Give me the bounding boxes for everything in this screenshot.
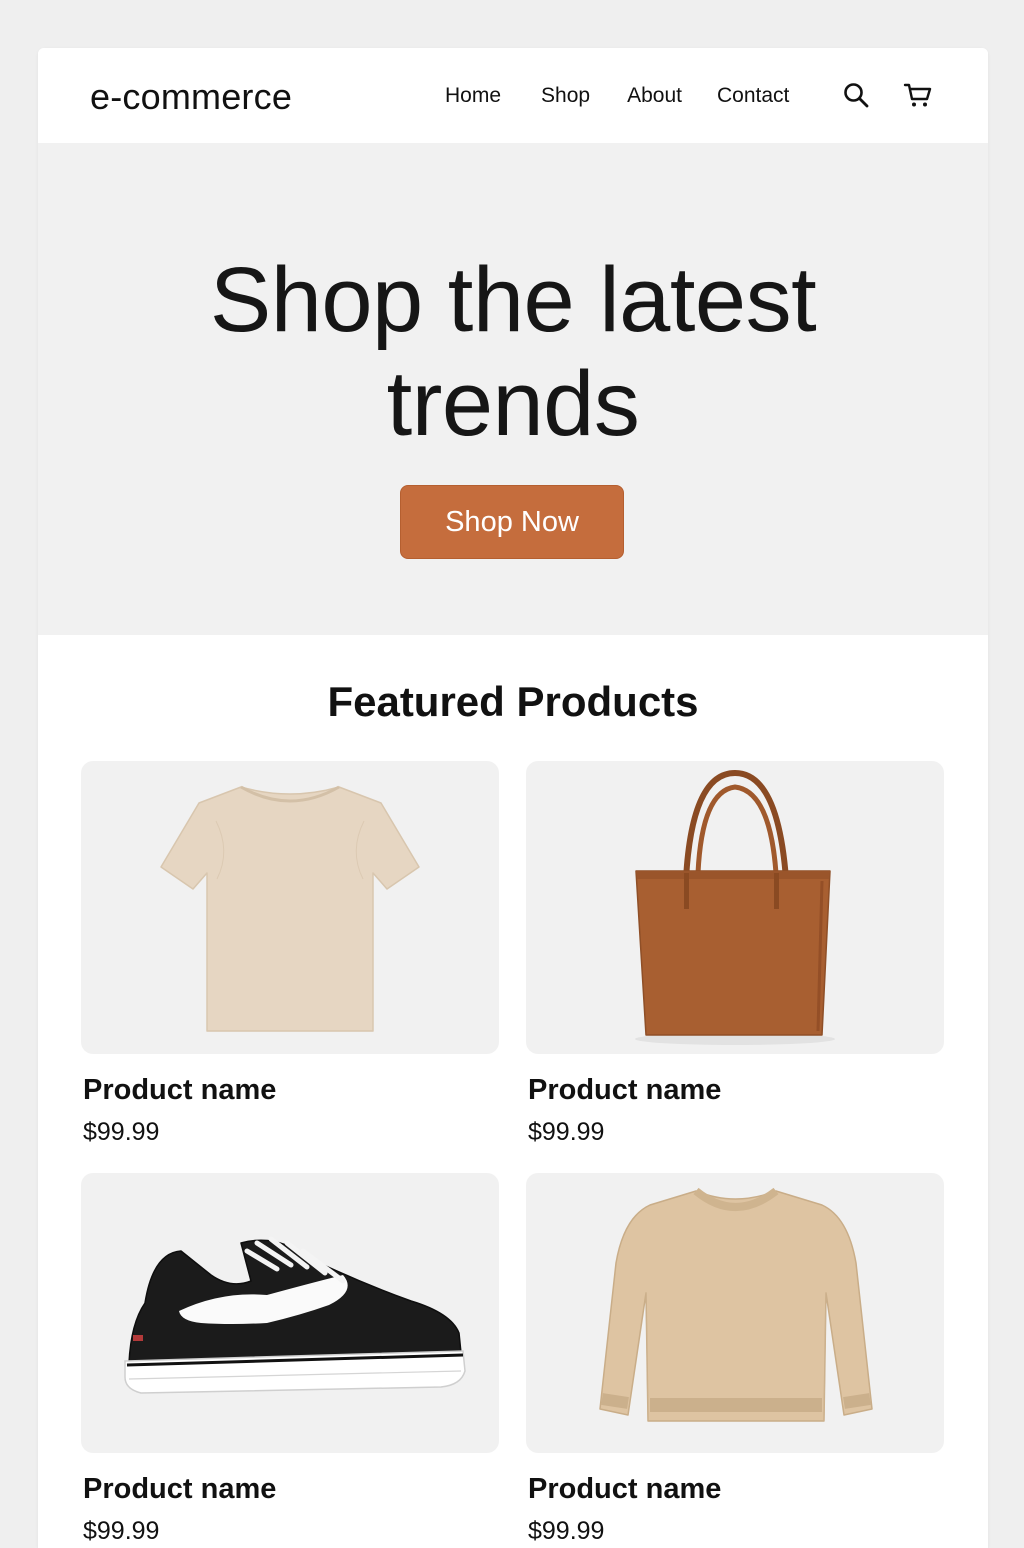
product-price: $99.99 xyxy=(83,1118,160,1146)
hero-title: Shop the latest trends xyxy=(38,248,988,456)
nav-link-about[interactable]: About xyxy=(627,84,682,108)
product-name[interactable]: Product name xyxy=(528,1074,944,1106)
product-image-tote-bag[interactable] xyxy=(526,761,944,1054)
hero-title-line-2: trends xyxy=(386,353,640,455)
nav-link-shop[interactable]: Shop xyxy=(541,84,590,108)
featured-products-heading: Featured Products xyxy=(327,678,699,725)
product-name[interactable]: Product name xyxy=(83,1473,499,1505)
search-icon[interactable] xyxy=(841,80,871,110)
product-name[interactable]: Product name xyxy=(528,1473,944,1505)
cart-icon[interactable] xyxy=(903,80,933,110)
product-name[interactable]: Product name xyxy=(83,1074,499,1106)
hero-title-line-1: Shop the latest xyxy=(209,249,817,351)
page-container: e-commerce Home Shop About Contact Shop … xyxy=(38,48,988,1548)
product-image-sneaker[interactable] xyxy=(81,1173,499,1453)
product-card[interactable]: Product name $99.99 xyxy=(526,1173,944,1546)
shop-now-button[interactable]: Shop Now xyxy=(400,485,624,559)
product-image-tshirt[interactable] xyxy=(81,761,499,1054)
product-image-sweater[interactable] xyxy=(526,1173,944,1453)
hero-banner: Shop the latest trends Shop Now xyxy=(38,143,988,635)
product-price: $99.99 xyxy=(83,1517,160,1545)
product-card[interactable]: Product name $99.99 xyxy=(81,761,499,1147)
product-card[interactable]: Product name $99.99 xyxy=(81,1173,499,1546)
site-header: e-commerce Home Shop About Contact xyxy=(38,48,988,143)
product-price: $99.99 xyxy=(528,1517,605,1545)
nav-link-home[interactable]: Home xyxy=(445,84,501,108)
product-price: $99.99 xyxy=(528,1118,605,1146)
main-nav: Home Shop About Contact xyxy=(428,48,789,143)
product-card[interactable]: Product name $99.99 xyxy=(526,761,944,1147)
nav-link-contact[interactable]: Contact xyxy=(717,84,789,108)
site-logo[interactable]: e-commerce xyxy=(90,76,292,118)
